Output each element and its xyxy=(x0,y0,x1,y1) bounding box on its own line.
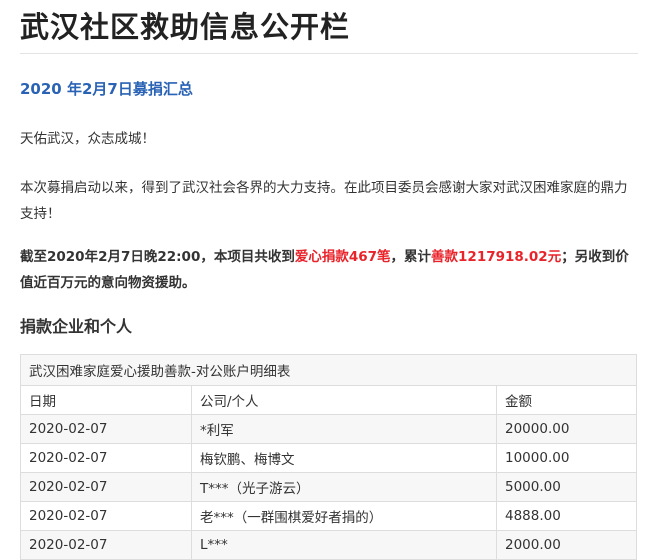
table-row: 2020-02-07 老***（一群围棋爱好者捐的） 4888.00 xyxy=(20,501,637,531)
cell-amount: 5000.00 xyxy=(496,472,637,502)
cell-amount: 20000.00 xyxy=(496,414,637,444)
cell-amount: 2000.00 xyxy=(496,530,637,560)
header-amount: 金额 xyxy=(496,385,637,415)
cell-date: 2020-02-07 xyxy=(20,443,192,473)
date-subheading: 2020 年2月7日募捐汇总 xyxy=(20,80,193,98)
table-caption-row: 武汉困难家庭爱心援助善款-对公账户明细表 xyxy=(20,354,637,386)
cell-date: 2020-02-07 xyxy=(20,414,192,444)
cell-amount: 4888.00 xyxy=(496,501,637,531)
title-divider xyxy=(20,53,638,54)
cell-donor: 老***（一群围棋爱好者捐的） xyxy=(191,501,497,531)
donation-total-highlight: 善款1217918.02元 xyxy=(431,249,562,265)
donation-count-highlight: 爱心捐款467笔 xyxy=(294,249,391,265)
cell-amount: 10000.00 xyxy=(496,443,637,473)
table-row: 2020-02-07 *利军 20000.00 xyxy=(20,414,637,444)
donations-table: 武汉困难家庭爱心援助善款-对公账户明细表 日期 公司/个人 金额 2020-02… xyxy=(20,354,637,560)
cell-donor: T***（光子游云） xyxy=(191,472,497,502)
page: 武汉社区救助信息公开栏 2020 年2月7日募捐汇总 天佑武汉，众志成城！ 本次… xyxy=(0,0,664,560)
summary-text-2: ，累计 xyxy=(390,249,432,265)
cell-donor: *利军 xyxy=(191,414,497,444)
greeting-text: 天佑武汉，众志成城！ xyxy=(20,131,155,147)
intro-paragraph: 本次募捐启动以来，得到了武汉社会各界的大力支持。在此项目委员会感谢大家对武汉困难… xyxy=(20,180,628,222)
table-row: 2020-02-07 T***（光子游云） 5000.00 xyxy=(20,472,637,502)
table-caption: 武汉困难家庭爱心援助善款-对公账户明细表 xyxy=(20,354,637,386)
summary-paragraph: 截至2020年2月7日晚22:00，本项目共收到爱心捐款467笔，累计善款121… xyxy=(20,244,640,296)
table-header-row: 日期 公司/个人 金额 xyxy=(20,385,637,415)
cell-date: 2020-02-07 xyxy=(20,501,192,531)
table-row: 2020-02-07 L*** 2000.00 xyxy=(20,530,637,560)
cell-donor: L*** xyxy=(191,530,497,560)
header-donor: 公司/个人 xyxy=(191,385,497,415)
cell-date: 2020-02-07 xyxy=(20,472,192,502)
cell-date: 2020-02-07 xyxy=(20,530,192,560)
header-date: 日期 xyxy=(20,385,192,415)
page-title: 武汉社区救助信息公开栏 xyxy=(20,10,351,44)
summary-text-1: 截至2020年2月7日晚22:00，本项目共收到 xyxy=(20,249,295,265)
table-row: 2020-02-07 梅钦鹏、梅博文 10000.00 xyxy=(20,443,637,473)
cell-donor: 梅钦鹏、梅博文 xyxy=(191,443,497,473)
section-title: 捐款企业和个人 xyxy=(20,317,133,336)
